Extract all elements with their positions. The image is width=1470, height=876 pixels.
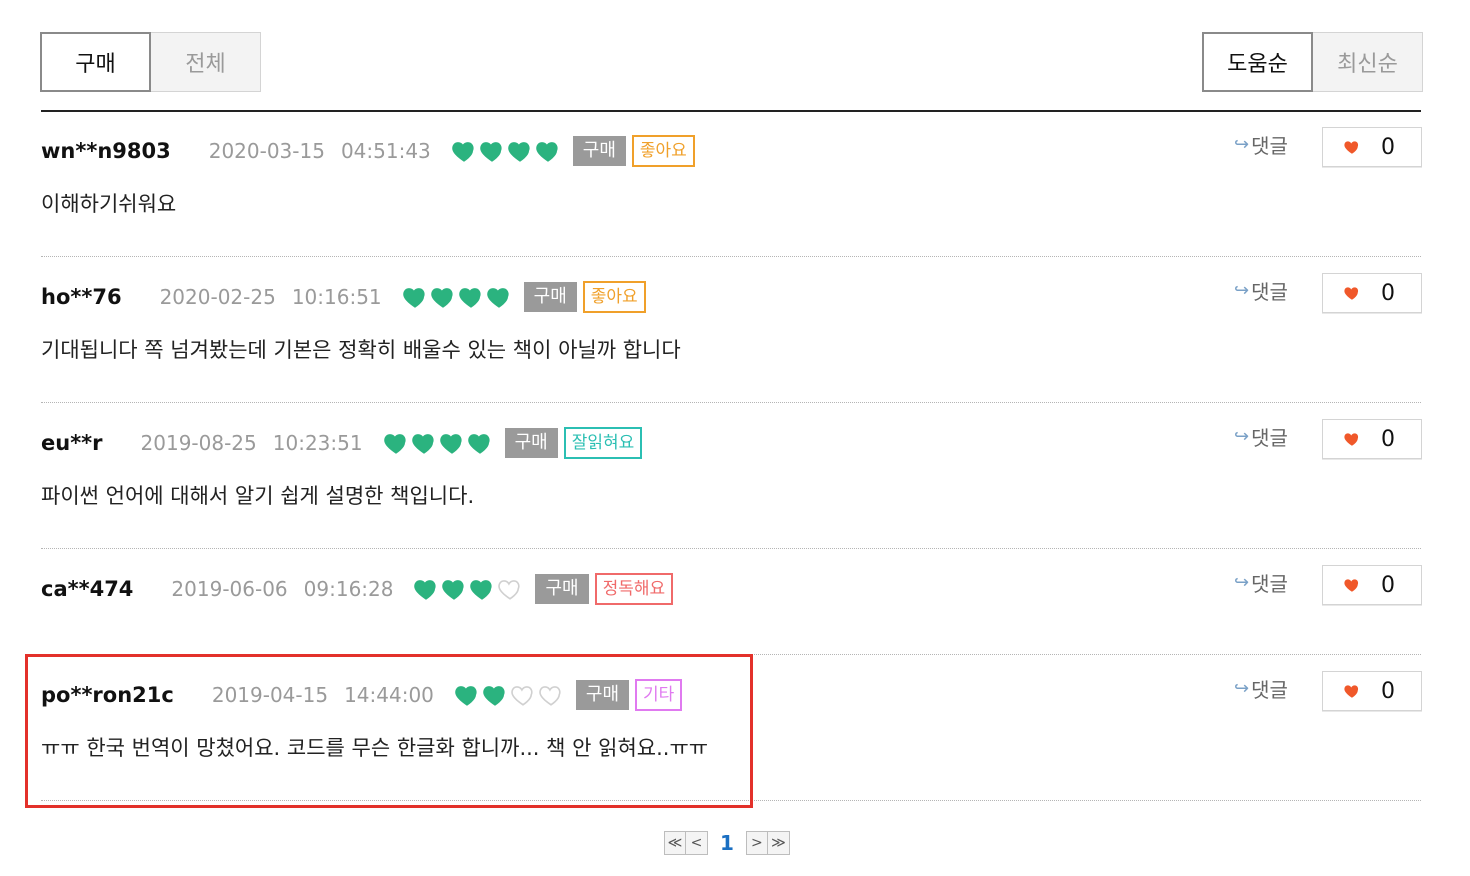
reply-arrow-icon: ↪ <box>1234 134 1250 155</box>
review-tag-badge: 좋아요 <box>631 135 695 167</box>
heart-empty-icon <box>498 580 521 600</box>
reply-arrow-icon: ↪ <box>1234 280 1250 301</box>
like-heart-icon <box>1344 433 1359 446</box>
like-button[interactable]: 0 <box>1322 565 1422 605</box>
reply-button[interactable]: ↪ 댓글 <box>1234 130 1288 159</box>
rating-hearts <box>402 284 514 310</box>
prev-page-button[interactable]: < <box>686 831 708 855</box>
reply-button[interactable]: ↪ 댓글 <box>1234 674 1288 703</box>
like-button[interactable]: 0 <box>1322 127 1422 167</box>
heart-filled-icon <box>414 580 437 600</box>
purchase-badge: 구매 <box>572 136 626 166</box>
heart-filled-icon <box>439 434 462 454</box>
reply-label: 댓글 <box>1251 280 1288 304</box>
heart-filled-icon <box>470 580 493 600</box>
review-item: ho**76 2020-02-25 10:16:51 구매 좋아요기대됩니다 쪽 넘겨봤… <box>41 256 1422 402</box>
heart-filled-icon <box>467 434 490 454</box>
tab-all[interactable]: 전체 <box>151 32 261 92</box>
highlight-box <box>25 654 753 808</box>
filter-tabs: 구매 전체 <box>40 32 261 92</box>
heart-filled-icon <box>411 434 434 454</box>
reply-arrow-icon: ↪ <box>1234 572 1250 593</box>
purchase-badge: 구매 <box>523 282 577 312</box>
review-item: wn**n9803 2020-03-15 04:51:43 구매 좋아요이해하기쉬워요 ↪… <box>41 110 1422 256</box>
review-text: 기대됩니다 쪽 넘겨봤는데 기본은 정확히 배울수 있는 책이 아닐까 합니다 <box>41 338 681 362</box>
review-date: 2019-06-06 <box>171 577 288 601</box>
reply-label: 댓글 <box>1251 572 1288 596</box>
heart-filled-icon <box>508 142 530 162</box>
current-page-number[interactable]: 1 <box>720 831 734 855</box>
like-count: 0 <box>1381 678 1395 704</box>
reply-button[interactable]: ↪ 댓글 <box>1234 276 1288 305</box>
reply-button[interactable]: ↪ 댓글 <box>1234 568 1288 597</box>
first-page-button[interactable]: ≪ <box>664 831 686 855</box>
like-button[interactable]: 0 <box>1322 671 1422 711</box>
review-date: 2020-02-25 <box>159 285 276 309</box>
review-date: 2019-08-25 <box>140 431 257 455</box>
review-tag-badge: 잘읽혀요 <box>563 427 643 459</box>
heart-filled-icon <box>442 580 465 600</box>
reply-button[interactable]: ↪ 댓글 <box>1234 422 1288 451</box>
heart-filled-icon <box>458 288 481 308</box>
like-heart-icon <box>1344 579 1359 592</box>
reply-arrow-icon: ↪ <box>1234 426 1250 447</box>
heart-filled-icon <box>452 142 474 162</box>
review-time: 04:51:43 <box>340 139 431 163</box>
reply-label: 댓글 <box>1251 426 1288 450</box>
heart-filled-icon <box>430 288 453 308</box>
sort-tabs: 도움순 최신순 <box>1202 32 1423 92</box>
next-page-button[interactable]: > <box>745 831 768 855</box>
review-tag-badge: 정독해요 <box>594 573 674 605</box>
reviewer-name: wn**n9803 <box>41 139 171 163</box>
sort-latest-tab[interactable]: 최신순 <box>1313 32 1423 92</box>
like-heart-icon <box>1344 141 1359 154</box>
heart-filled-icon <box>486 288 509 308</box>
review-tag-badge: 좋아요 <box>582 281 646 313</box>
review-time: 09:16:28 <box>303 577 394 601</box>
reply-label: 댓글 <box>1251 134 1288 158</box>
review-text: 이해하기쉬워요 <box>41 192 177 216</box>
like-count: 0 <box>1381 572 1395 598</box>
heart-filled-icon <box>480 142 502 162</box>
rating-hearts <box>413 576 525 602</box>
like-button[interactable]: 0 <box>1322 273 1422 313</box>
reviewer-name: ho**76 <box>41 285 122 309</box>
tab-purchase[interactable]: 구매 <box>40 32 151 92</box>
purchase-badge: 구매 <box>535 574 589 604</box>
review-text: 파이썬 언어에 대해서 알기 쉽게 설명한 책입니다. <box>41 484 475 508</box>
reviewer-name: eu**r <box>41 431 103 455</box>
heart-filled-icon <box>402 288 425 308</box>
reviewer-name: ca**474 <box>41 577 134 601</box>
review-meta: eu**r 2019-08-25 10:23:51 구매 잘읽혀요 <box>41 427 643 459</box>
rating-hearts <box>451 138 563 164</box>
like-count: 0 <box>1381 280 1395 306</box>
like-heart-icon <box>1344 685 1359 698</box>
sort-helpful-tab[interactable]: 도움순 <box>1202 32 1313 92</box>
like-heart-icon <box>1344 287 1359 300</box>
like-button[interactable]: 0 <box>1322 419 1422 459</box>
like-count: 0 <box>1381 426 1395 452</box>
purchase-badge: 구매 <box>504 428 558 458</box>
reply-arrow-icon: ↪ <box>1234 678 1250 699</box>
review-time: 10:23:51 <box>272 431 363 455</box>
review-date: 2020-03-15 <box>208 139 325 163</box>
review-meta: ca**474 2019-06-06 09:16:28 구매 정독해요 <box>41 573 674 605</box>
review-item: eu**r 2019-08-25 10:23:51 구매 잘읽혀요파이썬 언어에 대해서… <box>41 402 1422 548</box>
reply-label: 댓글 <box>1251 678 1288 702</box>
heart-filled-icon <box>383 434 406 454</box>
rating-hearts <box>383 430 495 456</box>
like-count: 0 <box>1381 134 1395 160</box>
review-time: 10:16:51 <box>291 285 382 309</box>
last-page-button[interactable]: ≫ <box>767 831 790 855</box>
heart-filled-icon <box>536 142 558 162</box>
pagination: ≪ < 1 > ≫ <box>664 831 790 855</box>
review-meta: ho**76 2020-02-25 10:16:51 구매 좋아요 <box>41 281 646 313</box>
review-meta: wn**n9803 2020-03-15 04:51:43 구매 좋아요 <box>41 135 695 167</box>
